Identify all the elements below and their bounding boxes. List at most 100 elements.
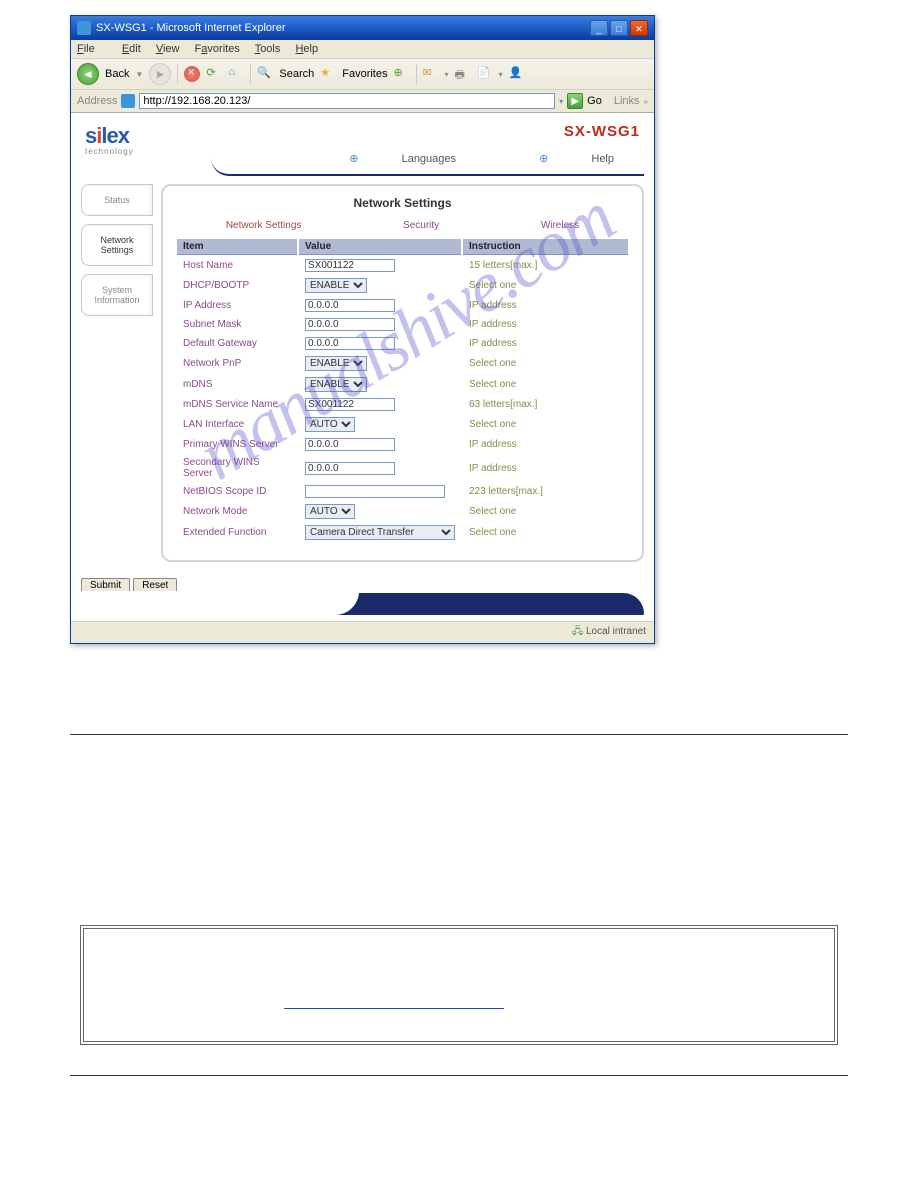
field-label: NetBIOS Scope ID — [177, 483, 297, 500]
links-label: Links — [614, 95, 640, 107]
field-input[interactable] — [305, 485, 445, 498]
field-value-cell — [299, 316, 461, 333]
minimize-button[interactable]: _ — [590, 20, 608, 36]
sidebar: Status Network Settings System Informati… — [81, 184, 153, 562]
field-instruction: 15 letters[max.] — [463, 257, 628, 274]
field-select[interactable]: Camera Direct Transfer — [305, 525, 455, 540]
field-select[interactable]: ENABLE — [305, 377, 367, 392]
table-row: Primary WINS ServerIP address — [177, 436, 628, 453]
home-icon[interactable]: ⌂ — [228, 66, 244, 82]
sidebar-item-status[interactable]: Status — [81, 184, 153, 216]
field-label: Subnet Mask — [177, 316, 297, 333]
menu-file[interactable]: File — [77, 43, 107, 55]
field-instruction: IP address — [463, 335, 628, 352]
field-input[interactable] — [305, 318, 395, 331]
field-value-cell — [299, 257, 461, 274]
field-input[interactable] — [305, 299, 395, 312]
field-instruction: Select one — [463, 276, 628, 295]
field-instruction: 63 letters[max.] — [463, 396, 628, 413]
subtab-security[interactable]: Security — [403, 220, 439, 231]
refresh-icon[interactable]: ⟳ — [206, 66, 222, 82]
product-name: SX-WSG1 — [564, 123, 640, 140]
panel-title: Network Settings — [175, 196, 630, 210]
menu-tools[interactable]: Tools — [255, 43, 281, 55]
footer-curve — [81, 593, 644, 615]
print-icon[interactable]: 🖶 — [455, 66, 471, 82]
field-instruction: Select one — [463, 523, 628, 542]
field-select[interactable]: AUTO — [305, 417, 355, 432]
table-row: Network PnPENABLESelect one — [177, 354, 628, 373]
mail-icon[interactable]: ✉ — [423, 66, 439, 82]
menu-edit[interactable]: Edit — [122, 43, 141, 55]
messenger-icon[interactable]: 👤 — [509, 66, 525, 82]
field-label: Secondary WINS Server — [177, 455, 297, 481]
sidebar-item-system-information[interactable]: System Information — [81, 274, 153, 316]
field-input[interactable] — [305, 438, 395, 451]
field-value-cell: AUTO — [299, 502, 461, 521]
maximize-button[interactable]: □ — [610, 20, 628, 36]
favorites-icon[interactable]: ★ — [320, 66, 336, 82]
browser-window: SX-WSG1 - Microsoft Internet Explorer _ … — [70, 15, 655, 644]
table-row: Extended Function Camera Direct Transfer S… — [177, 523, 628, 542]
field-label: Network PnP — [177, 354, 297, 373]
field-value-cell: ENABLE — [299, 276, 461, 295]
field-select[interactable]: ENABLE — [305, 356, 367, 371]
sidebar-item-network-settings[interactable]: Network Settings — [81, 224, 153, 266]
address-bar: Address ▾ ▶ Go Links » — [71, 90, 654, 113]
page-icon — [121, 94, 135, 108]
menubar: File Edit View Favorites Tools Help — [71, 40, 654, 59]
subtab-network[interactable]: Network Settings — [226, 220, 302, 231]
edit-icon[interactable]: 📄 — [477, 66, 493, 82]
field-input[interactable] — [305, 462, 395, 475]
header-curve: ⊕ Languages ⊕ Help — [211, 158, 644, 176]
window-title: SX-WSG1 - Microsoft Internet Explorer — [96, 22, 590, 34]
field-instruction: Select one — [463, 375, 628, 394]
field-value-cell: Camera Direct Transfer — [299, 523, 461, 542]
settings-panel: Network Settings Network Settings Securi… — [161, 184, 644, 562]
field-input[interactable] — [305, 398, 395, 411]
info-underline — [284, 1008, 504, 1009]
field-label: Network Mode — [177, 502, 297, 521]
search-icon[interactable]: 🔍 — [257, 66, 273, 82]
search-label: Search — [279, 68, 314, 80]
close-button[interactable]: ✕ — [630, 20, 648, 36]
field-instruction: IP address — [463, 455, 628, 481]
field-label: Extended Function — [177, 523, 297, 542]
field-input[interactable] — [305, 337, 395, 350]
table-row: Default GatewayIP address — [177, 335, 628, 352]
field-label: mDNS Service Name — [177, 396, 297, 413]
field-select[interactable]: AUTO — [305, 504, 355, 519]
field-select[interactable]: ENABLE — [305, 278, 367, 293]
zone-label: Local intranet — [586, 626, 646, 637]
forward-button[interactable]: ► — [149, 63, 171, 85]
field-instruction: IP address — [463, 316, 628, 333]
field-value-cell — [299, 335, 461, 352]
languages-link[interactable]: ⊕ Languages — [309, 153, 456, 165]
stop-icon[interactable] — [184, 66, 200, 82]
field-value-cell — [299, 436, 461, 453]
menu-help[interactable]: Help — [295, 43, 318, 55]
address-input[interactable] — [139, 93, 555, 109]
col-instruction: Instruction — [463, 239, 628, 255]
field-label: DHCP/BOOTP — [177, 276, 297, 295]
go-button[interactable]: ▶ — [567, 93, 583, 109]
menu-favorites[interactable]: Favorites — [195, 43, 240, 55]
table-row: NetBIOS Scope ID223 letters[max.] — [177, 483, 628, 500]
subtab-wireless[interactable]: Wireless — [541, 220, 579, 231]
table-row: Network ModeAUTOSelect one — [177, 502, 628, 521]
field-label: LAN Interface — [177, 415, 297, 434]
table-row: Host Name15 letters[max.] — [177, 257, 628, 274]
ie-icon — [77, 21, 91, 35]
field-value-cell: ENABLE — [299, 354, 461, 373]
menu-view[interactable]: View — [156, 43, 180, 55]
table-row: DHCP/BOOTP ENABLE Select one — [177, 276, 628, 295]
back-button[interactable]: ◄ — [77, 63, 99, 85]
field-label: Primary WINS Server — [177, 436, 297, 453]
table-row: Subnet Mask IP address — [177, 316, 628, 333]
brand-logo: silex technology — [85, 123, 134, 156]
media-icon[interactable]: ⊕ — [394, 66, 410, 82]
toolbar: ◄ Back ▼ ► ⟳ ⌂ 🔍 Search ★ Favorites ⊕ ✉ … — [71, 59, 654, 90]
field-input[interactable] — [305, 259, 395, 272]
help-link[interactable]: ⊕ Help — [499, 153, 614, 165]
field-label: mDNS — [177, 375, 297, 394]
